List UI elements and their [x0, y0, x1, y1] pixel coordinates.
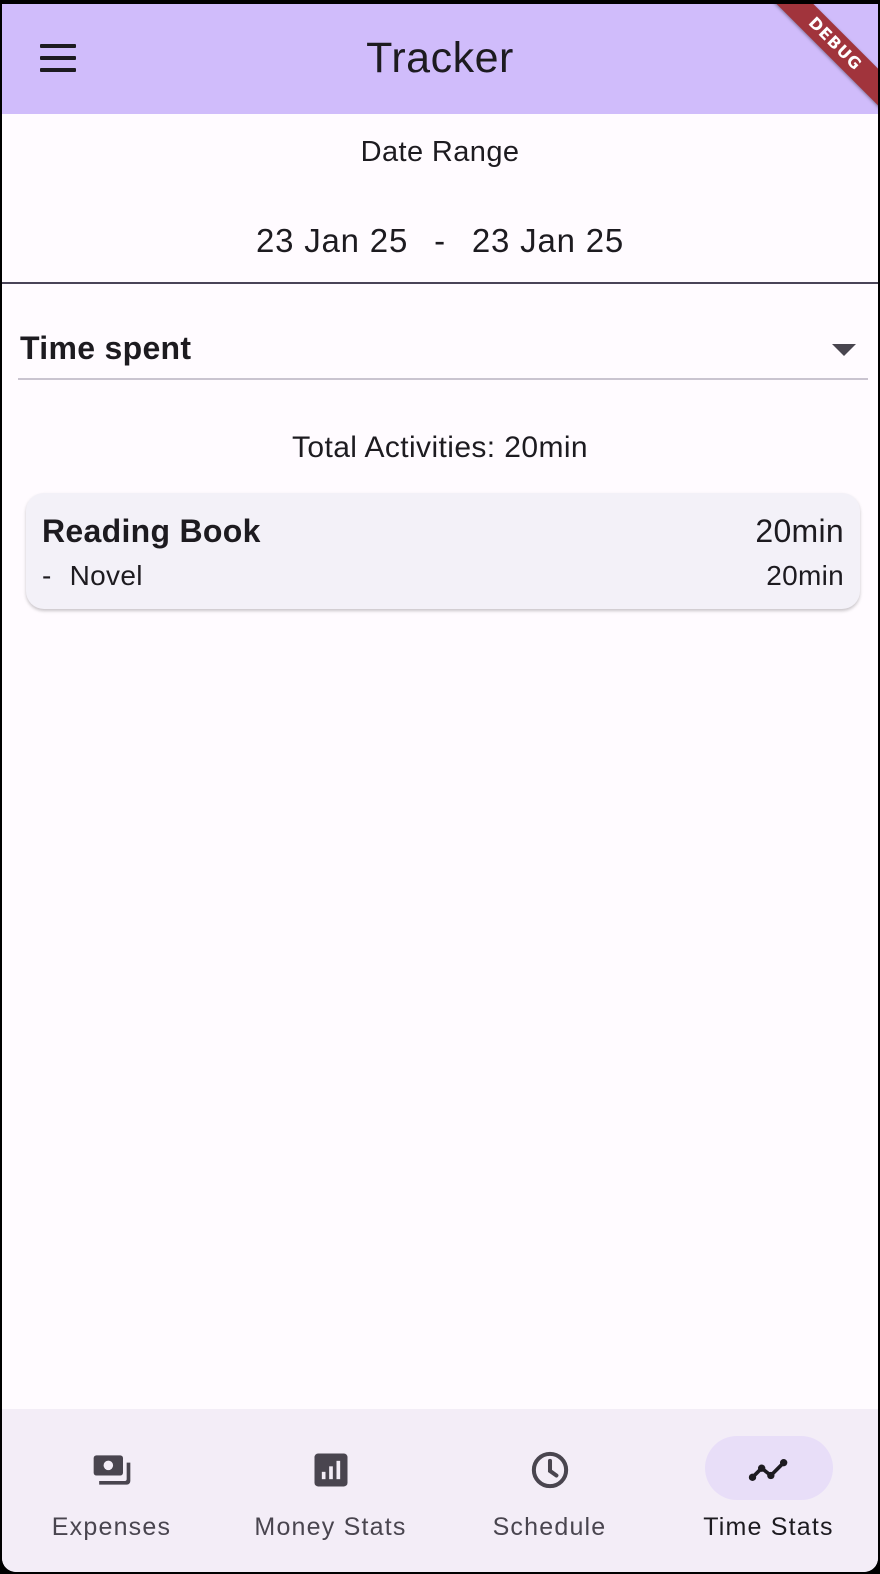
bottom-navigation: Expenses Money Stats Schedule Time Stats — [2, 1409, 878, 1572]
sub-activity-name: Novel — [69, 560, 143, 591]
nav-label-time-stats: Time Stats — [703, 1513, 834, 1541]
clock-icon — [531, 1451, 568, 1489]
end-date-button[interactable]: 23 Jan 25 — [472, 222, 624, 260]
app-bar: Tracker DEBUG — [2, 4, 878, 114]
activity-name: Reading Book — [42, 513, 261, 549]
nav-time-stats[interactable]: Time Stats — [659, 1409, 878, 1572]
nav-label-money-stats: Money Stats — [254, 1513, 407, 1541]
stat-type-dropdown[interactable]: Time spent — [18, 326, 868, 380]
bar-chart-icon — [314, 1453, 347, 1487]
date-separator: - — [434, 222, 446, 259]
app-window: Tracker DEBUG Date Range 23 Jan 25-23 Ja… — [2, 4, 878, 1572]
nav-label-schedule: Schedule — [492, 1513, 607, 1541]
sub-activity: - Novel — [42, 560, 143, 592]
payments-icon — [93, 1455, 130, 1485]
date-range-label: Date Range — [360, 136, 520, 168]
total-activities: Total Activities: 20min — [292, 431, 588, 464]
nav-expenses[interactable]: Expenses — [2, 1409, 221, 1572]
activity-card[interactable]: Reading Book 20min - Novel 20min — [26, 493, 860, 609]
activity-total: 20min — [755, 513, 844, 549]
nav-label-expenses: Expenses — [51, 1513, 172, 1541]
divider — [2, 282, 878, 284]
dropdown-arrow-icon — [832, 344, 856, 356]
sub-activity-total: 20min — [766, 560, 844, 591]
line-chart-icon — [748, 1459, 787, 1481]
date-range-row: 23 Jan 25-23 Jan 25 — [2, 222, 878, 260]
dropdown-selected-value: Time spent — [20, 330, 192, 366]
sub-activity-dash: - — [42, 560, 52, 591]
page-title: Tracker — [366, 34, 514, 82]
nav-money-stats[interactable]: Money Stats — [221, 1409, 440, 1572]
start-date-button[interactable]: 23 Jan 25 — [256, 222, 408, 260]
nav-schedule[interactable]: Schedule — [440, 1409, 659, 1572]
